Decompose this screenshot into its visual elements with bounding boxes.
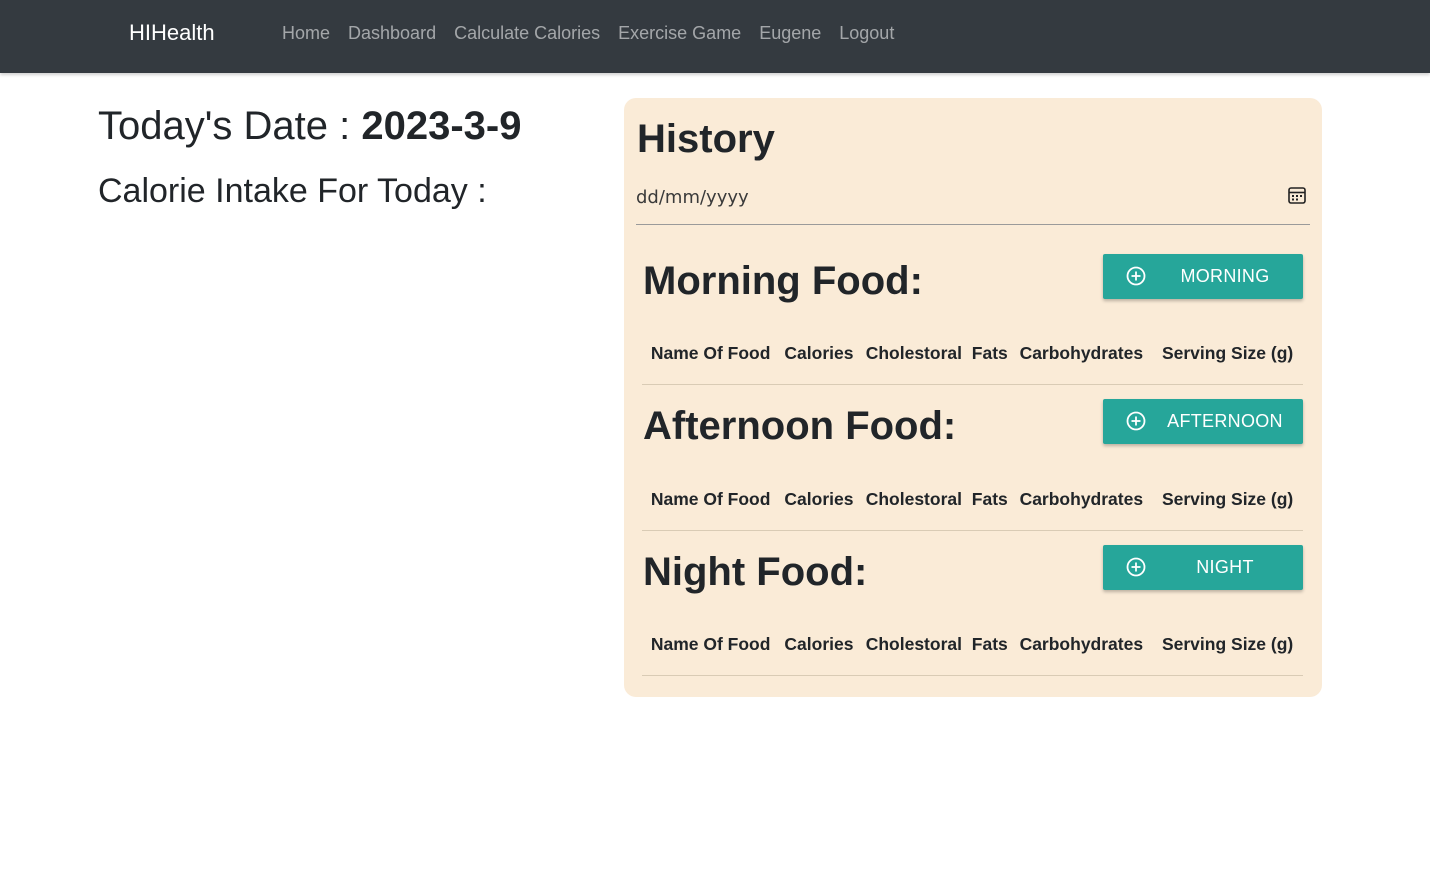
column-header-serving-size: Serving Size (g)	[1152, 470, 1303, 531]
todays-date-value: 2023-3-9	[361, 104, 522, 148]
afternoon-food-table: Name Of Food Calories Cholestoral Fats C…	[642, 470, 1303, 531]
add-circle-icon	[1126, 557, 1146, 577]
column-header-cholesterol: Cholestoral	[858, 324, 970, 385]
history-card: History Morning Food: MORNING	[624, 98, 1322, 697]
calendar-icon[interactable]	[1287, 185, 1307, 205]
column-header-cholesterol: Cholestoral	[858, 470, 970, 531]
column-header-serving-size: Serving Size (g)	[1152, 324, 1303, 385]
column-header-carbohydrates: Carbohydrates	[1010, 470, 1153, 531]
brand-link[interactable]: HIHealth	[129, 20, 215, 46]
nav-link-calculate-calories[interactable]: Calculate Calories	[445, 22, 609, 44]
morning-food-table: Name Of Food Calories Cholestoral Fats C…	[642, 324, 1303, 385]
add-morning-food-button[interactable]: MORNING	[1103, 254, 1303, 299]
add-night-food-button[interactable]: NIGHT	[1103, 545, 1303, 590]
nav-link-user[interactable]: Eugene	[750, 22, 830, 44]
column-header-name: Name Of Food	[642, 470, 780, 531]
column-header-calories: Calories	[779, 324, 859, 385]
column-header-cholesterol: Cholestoral	[858, 615, 970, 676]
column-header-name: Name Of Food	[642, 324, 780, 385]
night-food-table: Name Of Food Calories Cholestoral Fats C…	[642, 615, 1303, 676]
column-header-carbohydrates: Carbohydrates	[1010, 324, 1153, 385]
add-circle-icon	[1126, 411, 1146, 431]
history-date-picker	[636, 180, 1310, 225]
nav-link-exercise-game[interactable]: Exercise Game	[609, 22, 750, 44]
add-circle-icon	[1126, 266, 1146, 286]
history-title: History	[637, 117, 775, 161]
add-afternoon-food-button[interactable]: AFTERNOON	[1103, 399, 1303, 444]
today-summary: Today's Date : 2023-3-9 Calorie Intake F…	[98, 100, 598, 213]
table-header-row: Name Of Food Calories Cholestoral Fats C…	[642, 324, 1303, 385]
morning-food-title: Morning Food:	[643, 259, 923, 303]
history-date-input[interactable]	[636, 180, 1276, 214]
nav-links: Home Dashboard Calculate Calories Exerci…	[273, 22, 903, 44]
nav-link-dashboard[interactable]: Dashboard	[339, 22, 445, 44]
column-header-calories: Calories	[779, 615, 859, 676]
add-afternoon-food-label: AFTERNOON	[1167, 411, 1283, 431]
todays-date-heading: Today's Date : 2023-3-9	[98, 100, 598, 152]
add-night-food-label: NIGHT	[1196, 557, 1254, 577]
column-header-fats: Fats	[969, 615, 1011, 676]
afternoon-food-title: Afternoon Food:	[643, 404, 957, 448]
column-header-fats: Fats	[969, 470, 1011, 531]
navbar: HIHealth Home Dashboard Calculate Calori…	[0, 0, 1430, 73]
todays-date-label: Today's Date :	[98, 104, 362, 148]
calorie-intake-heading: Calorie Intake For Today :	[98, 172, 487, 210]
column-header-serving-size: Serving Size (g)	[1152, 615, 1303, 676]
table-header-row: Name Of Food Calories Cholestoral Fats C…	[642, 470, 1303, 531]
table-header-row: Name Of Food Calories Cholestoral Fats C…	[642, 615, 1303, 676]
column-header-name: Name Of Food	[642, 615, 780, 676]
nav-link-logout[interactable]: Logout	[830, 22, 903, 44]
nav-link-home[interactable]: Home	[273, 22, 339, 44]
night-food-title: Night Food:	[643, 550, 868, 594]
column-header-carbohydrates: Carbohydrates	[1010, 615, 1153, 676]
column-header-fats: Fats	[969, 324, 1011, 385]
column-header-calories: Calories	[779, 470, 859, 531]
add-morning-food-label: MORNING	[1180, 266, 1270, 286]
